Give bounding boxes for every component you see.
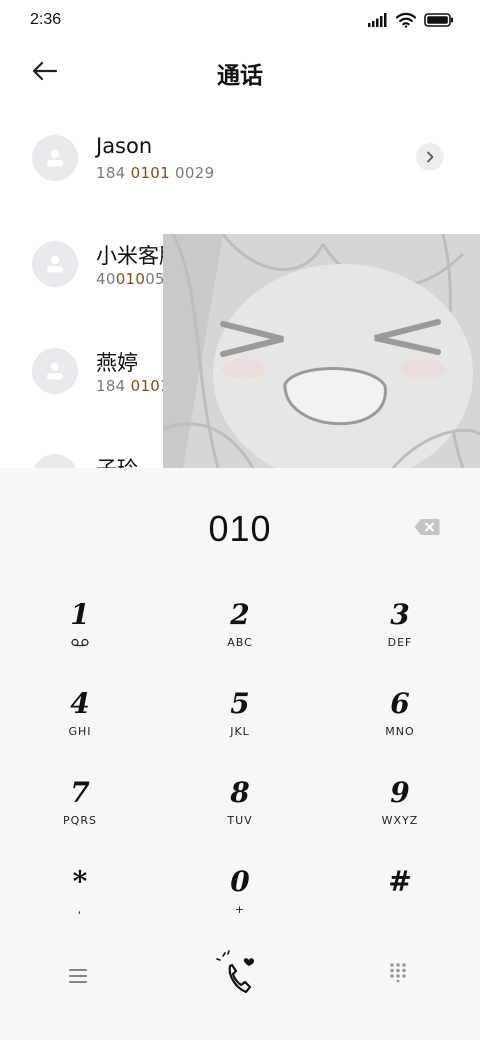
key-6[interactable]: 6 MNO [340,687,460,763]
contact-detail-button[interactable] [416,143,444,171]
key-4[interactable]: 4 GHI [20,687,140,763]
contact-number: 184 0101 0029 [96,164,214,182]
avatar [32,348,78,394]
person-icon [47,255,63,273]
backspace-icon [414,519,440,535]
key-hash[interactable]: # [340,865,460,941]
contact-name: 燕婷 [96,351,138,375]
avatar [32,454,78,468]
key-letters: MNO [385,725,415,738]
dialed-number: 010 [208,508,272,549]
key-letters: TUV [227,814,253,827]
contact-item[interactable]: Jason 184 0101 0029 [0,110,480,206]
key-digit: # [388,865,412,898]
key-digit: 7 [70,776,90,809]
key-digit: 3 [390,598,410,631]
contact-list: Jason 184 0101 0029 小米客服 4001005678 [0,110,480,468]
key-0[interactable]: 0 + [180,865,300,941]
call-button[interactable] [210,948,270,1000]
signal-icon [368,13,387,27]
key-digit: 4 [70,687,90,720]
key-2[interactable]: 2 ABC [180,598,300,674]
key-7[interactable]: 7 PQRS [20,776,140,852]
number-prefix: 184 [96,164,131,182]
key-digit: 9 [390,776,410,809]
key-letters: WXYZ [381,814,419,827]
dialpad-grid-icon [390,963,406,983]
key-letters: , [77,903,83,916]
wifi-icon [396,12,416,28]
voicemail-icon [71,638,89,647]
dialpad-toggle-button[interactable] [388,962,416,990]
dialpad-bottom-bar [0,948,480,1008]
contact-name: Jason [96,134,153,158]
key-digit: 1 [70,598,90,631]
number-match: 010 [115,270,146,288]
key-digit: 2 [230,598,250,631]
key-letters: ABC [227,636,253,649]
avatar [32,135,78,181]
phone-call-icon [216,950,254,994]
status-icons [368,12,454,28]
key-9[interactable]: 9 WXYZ [340,776,460,852]
backspace-button[interactable] [414,518,440,536]
contact-name: 子玲 [96,453,138,468]
dialpad: 010 1 2 ABC 3 DEF 4 GHI 5 JKL 6 MNO 7 PQ… [0,468,480,1040]
person-icon [47,362,63,380]
menu-icon [69,969,87,983]
number-prefix: 184 [96,377,131,395]
menu-button[interactable] [64,962,92,990]
number-match: 0101 [130,164,170,182]
key-8[interactable]: 8 TUV [180,776,300,852]
status-bar: 2:36 [0,0,480,40]
battery-icon [424,13,453,27]
key-digit: 0 [230,865,250,898]
key-1[interactable]: 1 [20,598,140,674]
avatar [32,241,78,287]
key-star[interactable]: * , [20,865,140,941]
status-time: 2:36 [30,11,62,28]
key-letters: + [234,903,246,916]
key-letters: DEF [387,636,413,649]
key-digit: 8 [230,776,250,809]
chevron-right-icon [427,151,434,163]
header: 通话 [0,40,480,100]
key-digit: 5 [230,687,250,720]
page-title: 通话 [217,63,263,89]
key-digit: * [72,865,88,898]
anime-face-illustration [163,234,480,468]
number-suffix: 0029 [169,164,215,182]
anime-sticker-overlay [163,234,480,468]
key-letters: JKL [230,725,250,738]
key-digit: 6 [390,687,410,720]
key-letters: PQRS [63,814,97,827]
number-prefix: 40 [96,270,116,288]
key-5[interactable]: 5 JKL [180,687,300,763]
key-3[interactable]: 3 DEF [340,598,460,674]
person-icon [47,149,63,167]
key-letters: GHI [68,725,92,738]
